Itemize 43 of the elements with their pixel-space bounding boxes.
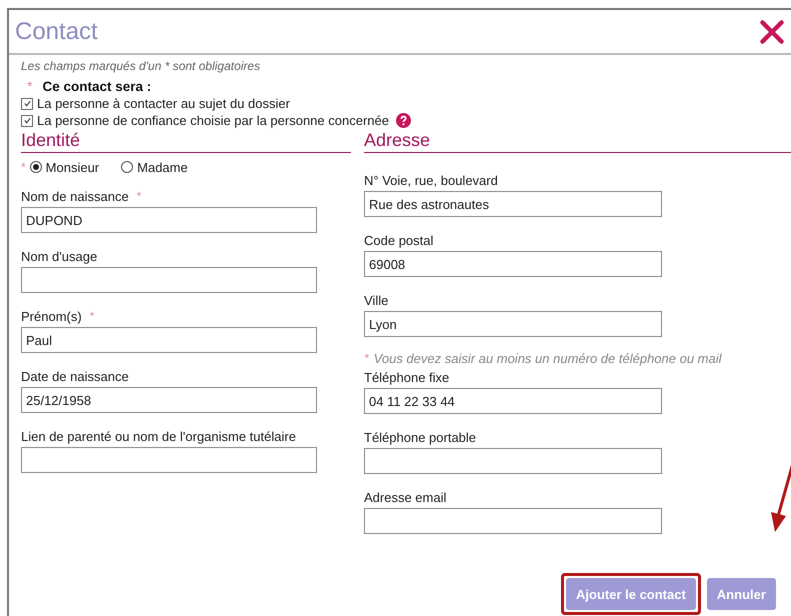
required-mark: * bbox=[136, 189, 142, 203]
section-heading: Adresse bbox=[364, 130, 791, 153]
input-field[interactable] bbox=[364, 448, 662, 474]
input-field[interactable]: 25/12/1958 bbox=[21, 387, 317, 413]
checkbox[interactable] bbox=[21, 114, 33, 126]
input-field[interactable]: 69008 bbox=[364, 251, 662, 277]
field-label: N° Voie, rue, boulevard bbox=[364, 172, 498, 188]
input-field[interactable]: Rue des astronautes bbox=[364, 191, 662, 217]
input-field[interactable]: DUPOND bbox=[21, 207, 317, 233]
radio-label[interactable]: Monsieur bbox=[46, 160, 100, 174]
field-label: Prénom(s) bbox=[21, 308, 82, 324]
checkbox-label[interactable]: La personne à contacter au sujet du dossier bbox=[37, 96, 290, 111]
phone-note: Vous devez saisir au moins un numéro de téléphone ou mail bbox=[374, 351, 722, 366]
field-label: Code postal bbox=[364, 232, 434, 248]
required-mark: * bbox=[364, 351, 369, 366]
required-mark: * bbox=[90, 309, 94, 323]
checkbox-label[interactable]: La personne de confiance choisie par la personne concernée bbox=[37, 113, 389, 128]
field-label: Téléphone fixe bbox=[364, 370, 450, 384]
section-label: Ce contact sera : bbox=[42, 78, 152, 94]
field-label: Nom de naissance bbox=[21, 188, 129, 204]
section-heading: Identité bbox=[21, 130, 351, 153]
window-title: Contact bbox=[15, 18, 98, 46]
required-mark: * bbox=[27, 78, 32, 94]
input-field[interactable]: 04 11 22 33 44 bbox=[364, 388, 662, 414]
input-field[interactable]: Lyon bbox=[364, 311, 662, 337]
field-label: Adresse email bbox=[364, 490, 446, 504]
input-field[interactable] bbox=[21, 447, 317, 473]
field-label: Date de naissance bbox=[21, 368, 129, 384]
help-icon[interactable] bbox=[396, 113, 411, 128]
close-icon[interactable] bbox=[759, 18, 785, 44]
input-field[interactable]: Paul bbox=[21, 327, 317, 353]
field-label: Téléphone portable bbox=[364, 430, 476, 444]
field-label: Nom d'usage bbox=[21, 248, 98, 264]
radio-label[interactable]: Madame bbox=[137, 160, 188, 174]
input-field[interactable] bbox=[364, 508, 662, 534]
field-label: Ville bbox=[364, 292, 388, 308]
field-label: Lien de parenté ou nom de l'organisme tutélaire bbox=[21, 428, 296, 444]
radio-button[interactable] bbox=[30, 161, 42, 173]
checkbox[interactable] bbox=[21, 98, 33, 110]
required-note: Les champs marqués d'un * sont obligatoires bbox=[21, 59, 262, 73]
input-field[interactable] bbox=[21, 267, 317, 293]
radio-button[interactable] bbox=[121, 161, 134, 173]
required-mark: * bbox=[21, 160, 26, 174]
